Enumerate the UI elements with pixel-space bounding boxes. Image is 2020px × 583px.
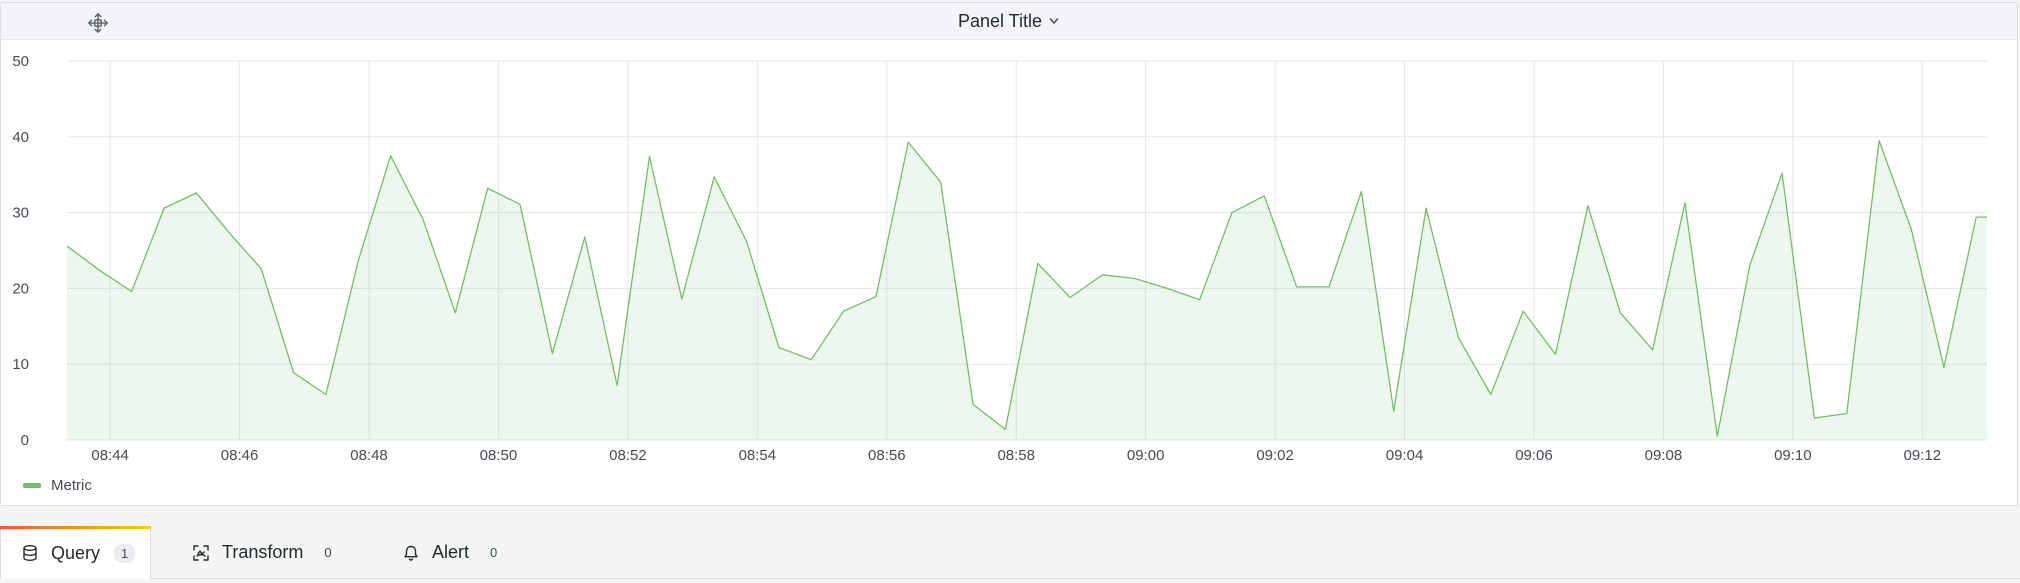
time-series-chart[interactable]: 50 40 30 20 10 0 08:44 08:46 08:48 08:50 08:52 08:… xyxy=(1,39,2017,479)
x-tick-label: 09:12 xyxy=(1904,447,1942,464)
tab-query[interactable]: Query 1 xyxy=(0,526,151,579)
x-tick-label: 08:46 xyxy=(221,447,259,464)
tab-alert[interactable]: Alert 0 xyxy=(402,526,522,579)
y-tick-label: 50 xyxy=(12,53,29,70)
legend-label: Metric xyxy=(51,477,92,494)
panel-title: Panel Title xyxy=(957,10,1043,31)
transform-icon xyxy=(193,544,209,561)
tab-transform[interactable]: Transform 0 xyxy=(192,526,352,579)
series-area-metric xyxy=(67,140,1987,440)
y-tick-label: 10 xyxy=(12,356,29,373)
x-tick-label: 09:02 xyxy=(1256,447,1294,464)
legend-color-swatch xyxy=(23,483,41,488)
x-tick-label: 08:48 xyxy=(350,447,388,464)
y-tick-label: 20 xyxy=(12,280,29,297)
tab-count-badge: 0 xyxy=(324,545,332,560)
tab-label: Alert xyxy=(432,542,470,562)
editor-tab-bar: Query 1 Transform 0 Alert 0 xyxy=(0,526,2020,583)
x-tick-label: 09:00 xyxy=(1127,447,1165,464)
x-tick-label: 09:06 xyxy=(1515,447,1553,464)
graph-panel: Panel Title 50 40 30 20 10 0 08:44 08:46 08:48 0… xyxy=(0,2,2018,506)
x-tick-label: 08:52 xyxy=(609,447,647,464)
x-tick-label: 08:58 xyxy=(997,447,1035,464)
legend-item-metric[interactable]: Metric xyxy=(23,477,92,494)
chevron-down-icon xyxy=(1049,18,1059,25)
tab-label: Query xyxy=(51,542,101,563)
x-tick-label: 09:04 xyxy=(1386,447,1424,464)
tab-count-badge: 1 xyxy=(114,543,136,563)
y-tick-label: 0 xyxy=(21,432,29,449)
x-tick-label: 09:08 xyxy=(1645,447,1683,464)
x-tick-label: 08:56 xyxy=(868,447,906,464)
tab-count-badge: 0 xyxy=(490,545,498,560)
x-tick-label: 08:44 xyxy=(91,447,129,464)
x-tick-label: 08:50 xyxy=(480,447,518,464)
bell-icon xyxy=(404,545,418,561)
database-icon xyxy=(23,545,37,562)
x-tick-label: 09:10 xyxy=(1774,447,1812,464)
panel-header: Panel Title xyxy=(1,3,2017,40)
panel-title-menu[interactable]: Panel Title xyxy=(1,3,2017,39)
y-tick-label: 30 xyxy=(12,205,29,222)
x-tick-label: 08:54 xyxy=(739,447,777,464)
y-tick-label: 40 xyxy=(12,129,29,146)
tab-label: Transform xyxy=(222,542,304,562)
